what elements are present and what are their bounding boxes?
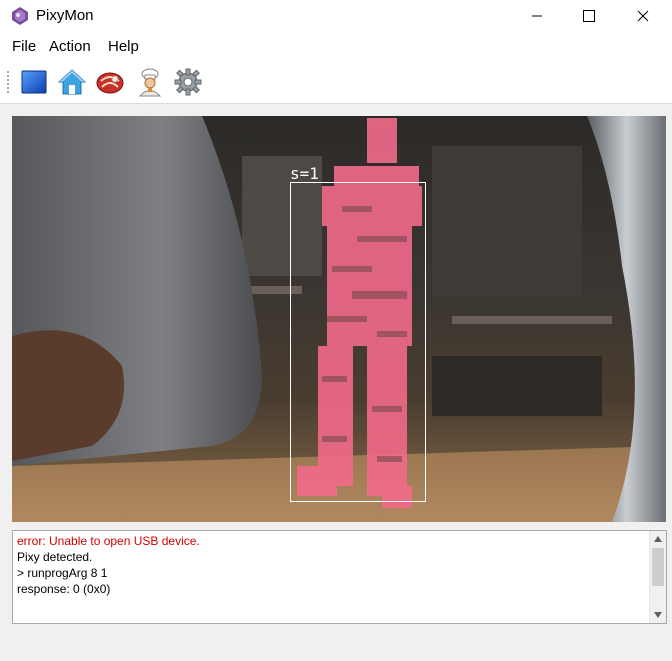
console-scrollbar[interactable] bbox=[649, 531, 666, 623]
scroll-down-icon[interactable] bbox=[650, 607, 666, 623]
home-icon bbox=[57, 69, 87, 95]
menu-action[interactable]: Action bbox=[49, 38, 91, 55]
close-icon[interactable] bbox=[620, 0, 666, 32]
menu-help[interactable]: Help bbox=[108, 38, 139, 55]
chef-icon bbox=[138, 68, 162, 97]
meat-steak-icon bbox=[96, 72, 124, 94]
signature-button[interactable] bbox=[94, 66, 126, 98]
maximize-icon[interactable] bbox=[566, 0, 612, 32]
console-line: Pixy detected. bbox=[17, 550, 93, 564]
camera-video-frame[interactable]: s=1 bbox=[12, 116, 666, 522]
scroll-up-icon[interactable] bbox=[650, 531, 666, 547]
detection-label: s=1 bbox=[290, 164, 319, 183]
scrollbar-thumb[interactable] bbox=[652, 548, 664, 586]
home-button[interactable] bbox=[56, 66, 88, 98]
pixy-app-icon bbox=[10, 6, 30, 26]
toolbar bbox=[0, 60, 672, 104]
gear-icon bbox=[174, 68, 202, 96]
console-line-error: error: Unable to open USB device. bbox=[17, 534, 200, 548]
menu-bar: File Action Help bbox=[0, 32, 672, 60]
toolbar-grip[interactable] bbox=[6, 70, 10, 94]
cooked-button[interactable] bbox=[134, 66, 166, 98]
console-line: response: 0 (0x0) bbox=[17, 582, 111, 596]
console-output[interactable]: error: Unable to open USB device. Pixy d… bbox=[12, 530, 667, 624]
menu-file[interactable]: File bbox=[12, 38, 36, 55]
raw-video-button[interactable] bbox=[18, 66, 50, 98]
title-bar: PixyMon bbox=[0, 0, 672, 32]
console-line: > runprogArg 8 1 bbox=[17, 566, 108, 580]
minimize-icon[interactable] bbox=[514, 0, 560, 32]
console-text: error: Unable to open USB device. Pixy d… bbox=[17, 533, 647, 597]
configure-button[interactable] bbox=[172, 66, 204, 98]
blue-square-icon bbox=[21, 70, 47, 94]
window-title: PixyMon bbox=[36, 7, 94, 24]
detection-bounding-box bbox=[290, 182, 426, 502]
